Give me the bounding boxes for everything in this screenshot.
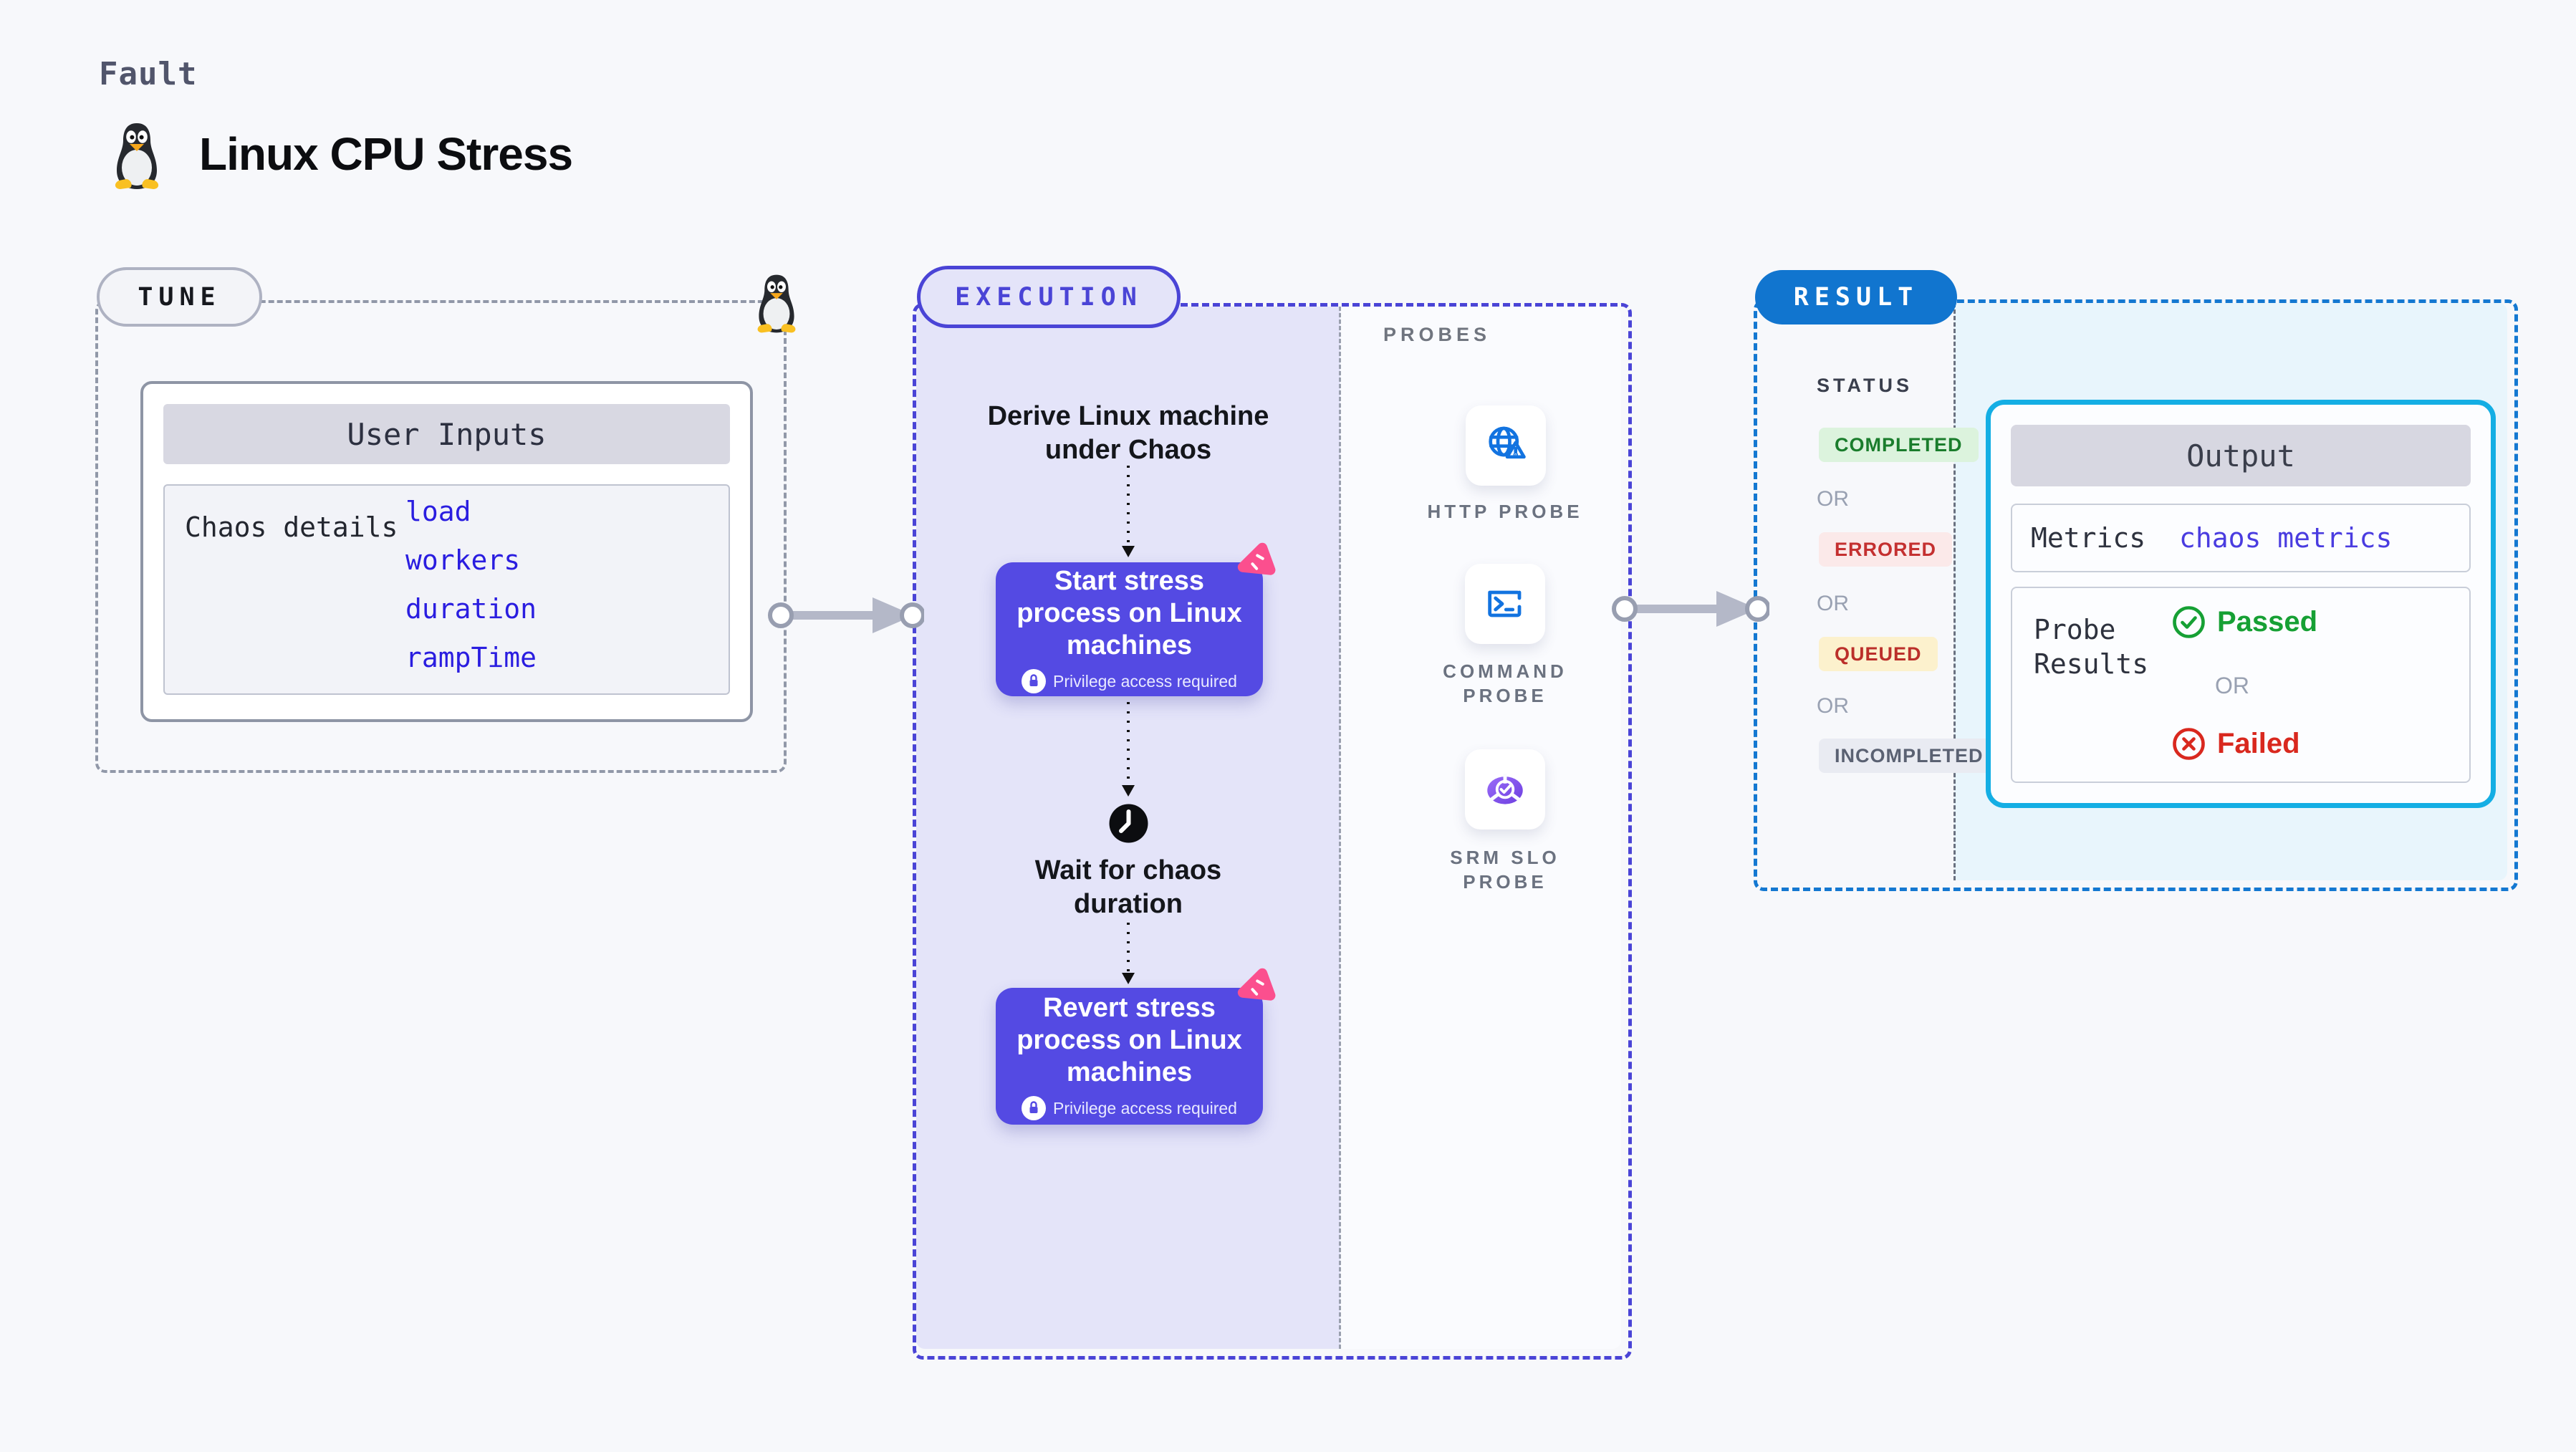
command-probe-label: COMMAND PROBE — [1443, 660, 1567, 706]
chaos-spark-icon — [1231, 963, 1277, 1009]
or-separator: OR — [1817, 487, 1849, 511]
output-card: Output Metrics chaos metrics Probe Resul… — [1986, 400, 2496, 808]
arrow-wait-to-revert — [1120, 923, 1137, 987]
page-title: Linux CPU Stress — [199, 128, 573, 180]
or-separator: OR — [2215, 673, 2249, 698]
check-circle-icon — [2172, 605, 2206, 639]
http-probe-card[interactable] — [1466, 405, 1546, 486]
input-link-load[interactable]: load — [405, 497, 537, 526]
failed-result: Failed — [2172, 727, 2300, 761]
probe-results-label: Probe Results — [2034, 614, 2149, 680]
terminal-icon — [1482, 581, 1528, 627]
linux-tux-small-icon — [751, 272, 802, 335]
user-inputs-title: User Inputs — [163, 404, 730, 464]
chaos-spark-icon — [1231, 538, 1277, 584]
connector-tune-to-execution — [764, 595, 924, 635]
privilege-note-text: Privilege access required — [1053, 671, 1237, 691]
chaos-input-list: load workers duration rampTime — [405, 497, 537, 672]
execution-probes-divider — [1339, 307, 1341, 1349]
status-badge-completed: COMPLETED — [1819, 428, 1979, 462]
start-stress-title: Start stress process on Linux machines — [1017, 566, 1242, 660]
command-probe-card[interactable] — [1465, 564, 1545, 644]
fault-eyebrow: Fault — [99, 56, 198, 92]
privilege-note: Privilege access required — [1022, 669, 1237, 693]
linux-tux-icon — [107, 120, 166, 192]
or-separator: OR — [1817, 694, 1849, 718]
failed-label: Failed — [2217, 728, 2300, 759]
input-link-ramptime[interactable]: rampTime — [405, 643, 537, 672]
or-separator: OR — [1817, 592, 1849, 615]
output-title: Output — [2011, 425, 2471, 486]
connector-execution-to-result — [1607, 589, 1769, 629]
start-stress-step-button[interactable]: Start stress process on Linux machines P… — [996, 562, 1263, 696]
metrics-row: Metrics chaos metrics — [2011, 504, 2471, 572]
result-section-badge: RESULT — [1755, 270, 1957, 324]
status-badge-incompleted: INCOMPLETED — [1819, 739, 1999, 773]
srm-slo-probe-card[interactable] — [1465, 749, 1545, 830]
x-circle-icon — [2172, 727, 2206, 761]
chaos-fault-diagram: Fault Linux CPU Stress TUNE User Inputs … — [0, 0, 2576, 1452]
lock-icon — [1022, 669, 1047, 693]
metrics-label: Metrics — [2031, 522, 2146, 554]
chaos-details-row: Chaos details load workers duration ramp… — [163, 484, 730, 695]
user-inputs-card: User Inputs Chaos details load workers d… — [140, 381, 753, 722]
privilege-note: Privilege access required — [1022, 1096, 1237, 1120]
chaos-details-label: Chaos details — [185, 511, 398, 543]
arrow-derive-to-start — [1120, 466, 1137, 560]
result-status-divider — [1953, 303, 1956, 880]
http-probe-label: HTTP PROBE — [1427, 501, 1583, 522]
tune-section-badge: TUNE — [97, 267, 262, 327]
passed-result: Passed — [2172, 605, 2317, 639]
probe-results-row: Probe Results Passed OR Failed — [2011, 587, 2471, 783]
wait-duration-text: Wait for chaos duration — [1034, 855, 1222, 919]
derive-machine-text: Derive Linux machine under Chaos — [987, 401, 1269, 465]
srm-slo-probe-label: SRM SLO PROBE — [1450, 847, 1560, 893]
revert-stress-title: Revert stress process on Linux machines — [1017, 993, 1242, 1087]
arrow-start-to-wait — [1120, 702, 1137, 799]
globe-alert-icon — [1482, 422, 1529, 469]
revert-stress-step-button[interactable]: Revert stress process on Linux machines … — [996, 988, 1263, 1125]
input-link-duration[interactable]: duration — [405, 595, 537, 623]
status-badge-queued: QUEUED — [1819, 637, 1938, 671]
privilege-note-text: Privilege access required — [1053, 1098, 1237, 1117]
clock-icon — [1108, 803, 1149, 844]
passed-label: Passed — [2217, 606, 2318, 638]
lock-icon — [1022, 1096, 1047, 1120]
input-link-workers[interactable]: workers — [405, 546, 537, 574]
status-badge-errored: ERRORED — [1819, 532, 1953, 567]
execution-section-badge: EXECUTION — [917, 266, 1181, 328]
chaos-metrics-link[interactable]: chaos metrics — [2179, 522, 2392, 554]
slo-gauge-icon — [1481, 766, 1529, 813]
status-column-label: STATUS — [1817, 375, 1913, 396]
probes-section-label: PROBES — [1383, 324, 1491, 345]
